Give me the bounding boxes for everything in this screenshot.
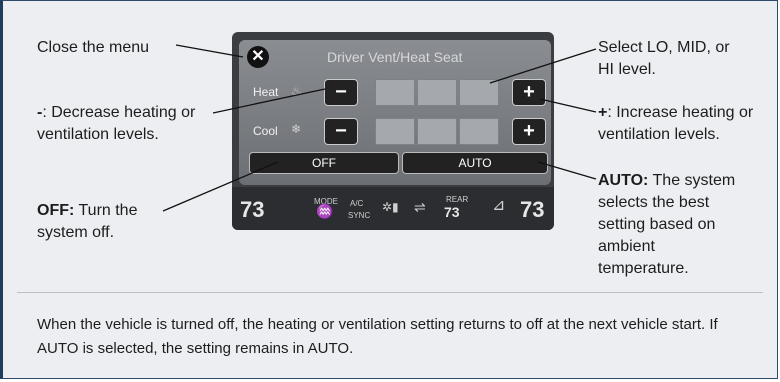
info-box: Close the menu -: Decrease heating or ve… (0, 0, 778, 379)
footer-divider (17, 292, 763, 293)
select-level-leader-line (489, 48, 597, 84)
auto-leader-line (537, 161, 597, 180)
close-leader-line (175, 44, 244, 58)
increase-leader-line (539, 98, 597, 113)
decrease-leader-line (212, 88, 326, 114)
footer-note: When the vehicle is turned off, the heat… (37, 316, 718, 357)
off-leader-line (162, 161, 279, 212)
